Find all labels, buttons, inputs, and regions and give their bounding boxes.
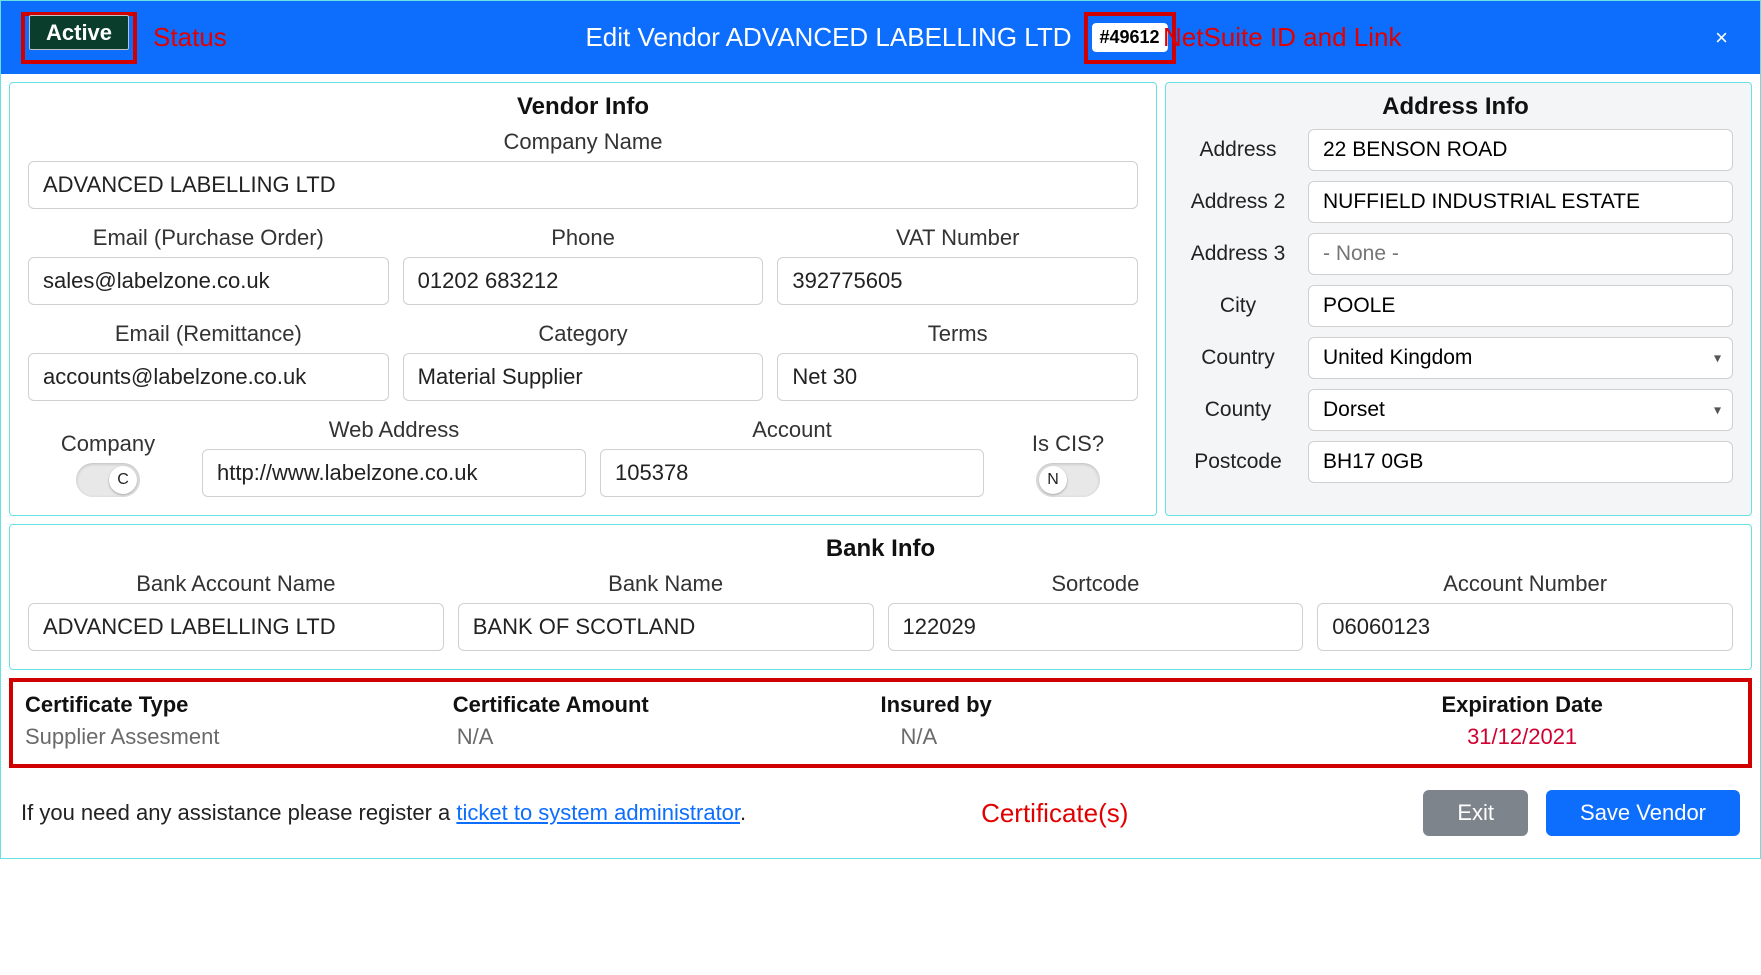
cert-amount-header: Certificate Amount <box>453 692 881 718</box>
terms-label: Terms <box>777 321 1138 347</box>
phone-input[interactable] <box>403 257 764 305</box>
cert-insured-value: N/A <box>881 724 1309 750</box>
postcode-label: Postcode <box>1178 450 1298 474</box>
modal-header: Active Status Edit Vendor ADVANCED LABEL… <box>1 1 1760 74</box>
vendor-info-panel: Vendor Info Company Name Email (Purchase… <box>9 82 1157 516</box>
company-toggle-label: Company <box>28 431 188 457</box>
footer: If you need any assistance please regist… <box>1 776 1760 858</box>
address-input[interactable] <box>1308 129 1733 171</box>
account-label: Account <box>600 417 984 443</box>
cert-amount-value: N/A <box>453 724 881 750</box>
assist-text: If you need any assistance please regist… <box>21 800 746 826</box>
web-input[interactable] <box>202 449 586 497</box>
address-info-title: Address Info <box>1178 93 1733 121</box>
id-annotation-box: #49612 <box>1083 12 1175 64</box>
bank-name-label: Bank Name <box>458 571 874 597</box>
web-label: Web Address <box>202 417 586 443</box>
category-input[interactable] <box>403 353 764 401</box>
country-select[interactable] <box>1308 337 1733 379</box>
annotation-certificates: Certificate(s) <box>704 798 1405 829</box>
email-po-label: Email (Purchase Order) <box>28 225 389 251</box>
postcode-input[interactable] <box>1308 441 1733 483</box>
company-name-input[interactable] <box>28 161 1138 209</box>
cert-expiration-value: 31/12/2021 <box>1308 724 1736 750</box>
bank-account-name-label: Bank Account Name <box>28 571 444 597</box>
city-label: City <box>1178 294 1298 318</box>
vat-input[interactable] <box>777 257 1138 305</box>
address2-input[interactable] <box>1308 181 1733 223</box>
sortcode-label: Sortcode <box>888 571 1304 597</box>
modal-title-wrap: Edit Vendor ADVANCED LABELLING LTD #4961… <box>585 12 1175 64</box>
address3-input[interactable] <box>1308 233 1733 275</box>
cert-type-header: Certificate Type <box>25 692 453 718</box>
cert-expiration-header: Expiration Date <box>1308 692 1736 718</box>
bank-info-panel: Bank Info Bank Account Name Bank Name So… <box>9 524 1752 670</box>
address3-label: Address 3 <box>1178 242 1298 266</box>
email-po-input[interactable] <box>28 257 389 305</box>
status-badge: Active <box>29 15 129 50</box>
account-number-label: Account Number <box>1317 571 1733 597</box>
certificates-table: Certificate Type Supplier Assesment Cert… <box>9 678 1752 768</box>
exit-button[interactable]: Exit <box>1423 790 1528 836</box>
cert-insured-header: Insured by <box>881 692 1309 718</box>
company-toggle-knob: C <box>109 466 137 494</box>
netsuite-id-link[interactable]: #49612 <box>1091 23 1167 52</box>
save-vendor-button[interactable]: Save Vendor <box>1546 790 1740 836</box>
close-icon[interactable]: × <box>1703 25 1740 51</box>
cis-label: Is CIS? <box>998 431 1138 457</box>
assist-prefix: If you need any assistance please regist… <box>21 800 456 825</box>
city-input[interactable] <box>1308 285 1733 327</box>
county-select[interactable] <box>1308 389 1733 431</box>
cis-toggle-knob: N <box>1039 466 1067 494</box>
modal-title: Edit Vendor ADVANCED LABELLING LTD <box>585 22 1071 53</box>
vat-label: VAT Number <box>777 225 1138 251</box>
email-remit-label: Email (Remittance) <box>28 321 389 347</box>
assist-link[interactable]: ticket to system administrator <box>456 800 740 825</box>
phone-label: Phone <box>403 225 764 251</box>
status-annotation-box: Active <box>21 12 137 64</box>
account-input[interactable] <box>600 449 984 497</box>
sortcode-input[interactable] <box>888 603 1304 651</box>
bank-account-name-input[interactable] <box>28 603 444 651</box>
bank-info-title: Bank Info <box>28 535 1733 563</box>
account-number-input[interactable] <box>1317 603 1733 651</box>
company-name-label: Company Name <box>28 129 1138 155</box>
address-info-panel: Address Info Address Address 2 Address 3… <box>1165 82 1752 516</box>
address-label: Address <box>1178 138 1298 162</box>
category-label: Category <box>403 321 764 347</box>
county-label: County <box>1178 398 1298 422</box>
annotation-netsuite: NetSuite ID and Link <box>1163 22 1401 53</box>
address2-label: Address 2 <box>1178 190 1298 214</box>
bank-name-input[interactable] <box>458 603 874 651</box>
cis-toggle[interactable]: N <box>1036 463 1100 497</box>
terms-input[interactable] <box>777 353 1138 401</box>
company-toggle[interactable]: C <box>76 463 140 497</box>
email-remit-input[interactable] <box>28 353 389 401</box>
country-label: Country <box>1178 346 1298 370</box>
vendor-info-title: Vendor Info <box>28 93 1138 121</box>
cert-type-value: Supplier Assesment <box>25 724 453 750</box>
annotation-status: Status <box>153 22 227 53</box>
